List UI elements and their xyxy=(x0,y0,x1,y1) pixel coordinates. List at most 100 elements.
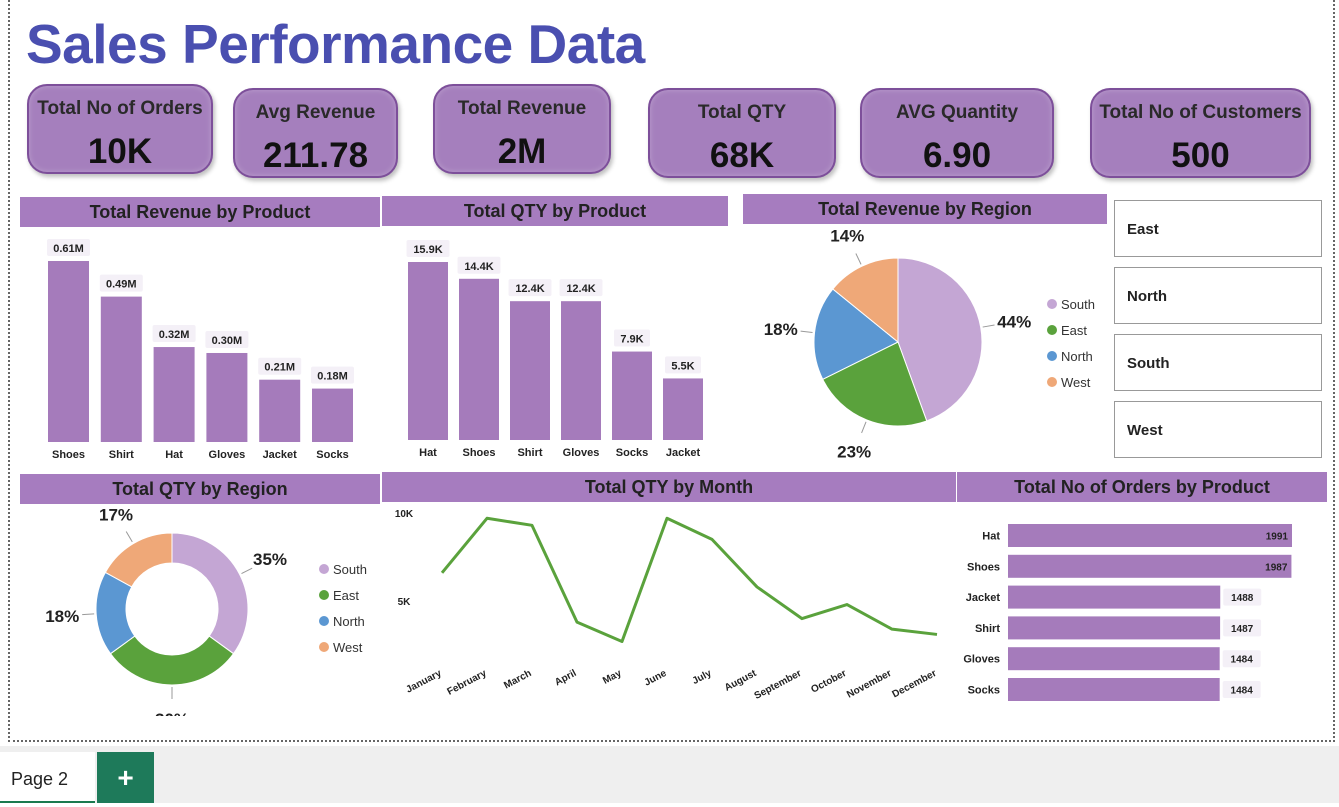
bar-hat xyxy=(153,347,195,442)
leader-line xyxy=(82,613,95,616)
bar-socks xyxy=(312,388,353,442)
bar-socks xyxy=(1008,678,1220,701)
kpi-card-avg-revenue[interactable]: Avg Revenue 211.78 xyxy=(233,88,398,178)
data-label: 0.21M xyxy=(264,362,295,374)
data-label: 0.61M xyxy=(53,243,84,255)
kpi-card-total-revenue[interactable]: Total Revenue 2M xyxy=(433,84,611,174)
legend-label: South xyxy=(333,562,367,577)
bar-shirt xyxy=(510,301,550,440)
chart-header-qty-by-month: Total QTY by Month xyxy=(382,472,956,502)
bar-gloves xyxy=(1008,647,1220,671)
data-label: 12.4K xyxy=(566,283,595,295)
slice-label: 35% xyxy=(253,550,287,569)
kpi-label: Total No of Customers xyxy=(1099,102,1302,123)
chart-header-qty-by-region: Total QTY by Region xyxy=(20,474,380,504)
leader-line xyxy=(800,330,813,333)
slicer-item-east[interactable]: East xyxy=(1114,200,1322,257)
x-tick-label: Shoes xyxy=(462,447,495,459)
x-tick-label: Gloves xyxy=(563,447,600,459)
slice-south xyxy=(171,532,249,655)
slice-label: 18% xyxy=(45,607,79,626)
data-label: 0.30M xyxy=(212,335,243,347)
y-tick-label: 5K xyxy=(398,597,412,608)
data-label: 12.4K xyxy=(515,283,544,295)
x-tick-label: Socks xyxy=(616,447,648,459)
legend-marker xyxy=(1047,351,1057,361)
kpi-card-avg-quantity[interactable]: AVG Quantity 6.90 xyxy=(860,88,1054,178)
leader-line xyxy=(982,324,995,328)
leader-line xyxy=(125,531,133,543)
data-label: 0.49M xyxy=(106,279,137,291)
legend-marker xyxy=(1047,377,1057,387)
kpi-card-total-customers[interactable]: Total No of Customers 500 xyxy=(1090,88,1311,178)
qty-by-month-chart: 10K 5K January February March April May June Jul… xyxy=(395,509,939,702)
legend-marker xyxy=(319,616,329,626)
legend-label: East xyxy=(333,588,359,603)
x-tick-label: November xyxy=(845,668,893,701)
legend-marker xyxy=(319,564,329,574)
slicer-item-west[interactable]: West xyxy=(1114,401,1322,458)
legend-label: North xyxy=(333,614,365,629)
data-label: 0.32M xyxy=(159,329,190,341)
x-tick-label: Jacket xyxy=(263,449,298,461)
page-tab-bar xyxy=(0,746,1339,803)
slice-east xyxy=(109,635,235,686)
slice-label: 17% xyxy=(99,506,133,524)
data-label: 1987 xyxy=(1265,562,1288,573)
legend-marker xyxy=(319,642,329,652)
page-tab-page-2[interactable]: Page 2 xyxy=(0,752,95,803)
slicer-item-north[interactable]: North xyxy=(1114,267,1322,324)
y-tick-label: 10K xyxy=(395,509,414,520)
kpi-label: AVG Quantity xyxy=(895,102,1019,123)
slicer-item-south[interactable]: South xyxy=(1114,334,1322,391)
kpi-label: Avg Revenue xyxy=(255,102,376,123)
kpi-card-total-qty[interactable]: Total QTY 68K xyxy=(648,88,836,178)
x-tick-label: Socks xyxy=(316,449,348,461)
slice-label: 30% xyxy=(155,710,189,716)
revenue-by-product-chart: 0.61M Shoes 0.49M Shirt 0.32M Hat 0.30M Gloves 0… xyxy=(47,239,354,461)
data-label: 7.9K xyxy=(620,334,643,346)
x-tick-label: Jacket xyxy=(666,447,701,459)
y-tick-label: Gloves xyxy=(963,654,1000,666)
bar-shoes xyxy=(459,278,499,440)
legend-marker xyxy=(319,590,329,600)
legend-label: South xyxy=(1061,297,1095,312)
data-label: 1484 xyxy=(1231,655,1254,666)
slice-label: 18% xyxy=(764,320,798,339)
x-tick-label: Shirt xyxy=(109,449,134,461)
x-tick-label: Shirt xyxy=(517,447,542,459)
add-page-button[interactable]: + xyxy=(97,752,154,803)
bar-shirt xyxy=(1008,616,1221,640)
data-label: 1488 xyxy=(1231,593,1254,604)
series-line-qty xyxy=(440,516,938,643)
legend-label: East xyxy=(1061,323,1087,338)
legend-marker xyxy=(1047,299,1057,309)
plus-icon: + xyxy=(117,762,134,793)
kpi-value: 500 xyxy=(1171,136,1230,175)
chart-header-revenue-by-region: Total Revenue by Region xyxy=(743,194,1107,224)
kpi-value: 2M xyxy=(497,132,547,171)
x-tick-label: Shoes xyxy=(52,449,85,461)
bar-shoes xyxy=(1008,554,1292,578)
y-tick-label: Shirt xyxy=(975,623,1000,635)
legend-label: North xyxy=(1061,349,1093,364)
leader-line xyxy=(241,567,253,575)
bar-gloves xyxy=(561,301,601,440)
kpi-value: 10K xyxy=(87,132,153,171)
y-tick-label: Jacket xyxy=(966,592,1001,604)
bar-jacket xyxy=(663,378,703,440)
x-tick-label: February xyxy=(445,668,488,698)
y-tick-label: Socks xyxy=(968,685,1000,697)
x-tick-label: May xyxy=(601,668,624,687)
orders-by-product-chart: Hat 1991 Shoes 1987 Jacket 1488 Shirt 1487 Glove… xyxy=(963,524,1292,701)
bar-gloves xyxy=(206,352,248,442)
x-tick-label: October xyxy=(809,668,848,696)
x-tick-label: August xyxy=(723,668,759,694)
x-tick-label: Hat xyxy=(165,449,183,461)
bar-jacket xyxy=(1008,585,1221,609)
kpi-value: 211.78 xyxy=(262,136,369,175)
page-title: Sales Performance Data xyxy=(26,13,645,75)
x-tick-label: Gloves xyxy=(209,449,246,461)
kpi-card-total-orders[interactable]: Total No of Orders 10K xyxy=(27,84,213,174)
chart-header-revenue-by-product: Total Revenue by Product xyxy=(20,197,380,227)
